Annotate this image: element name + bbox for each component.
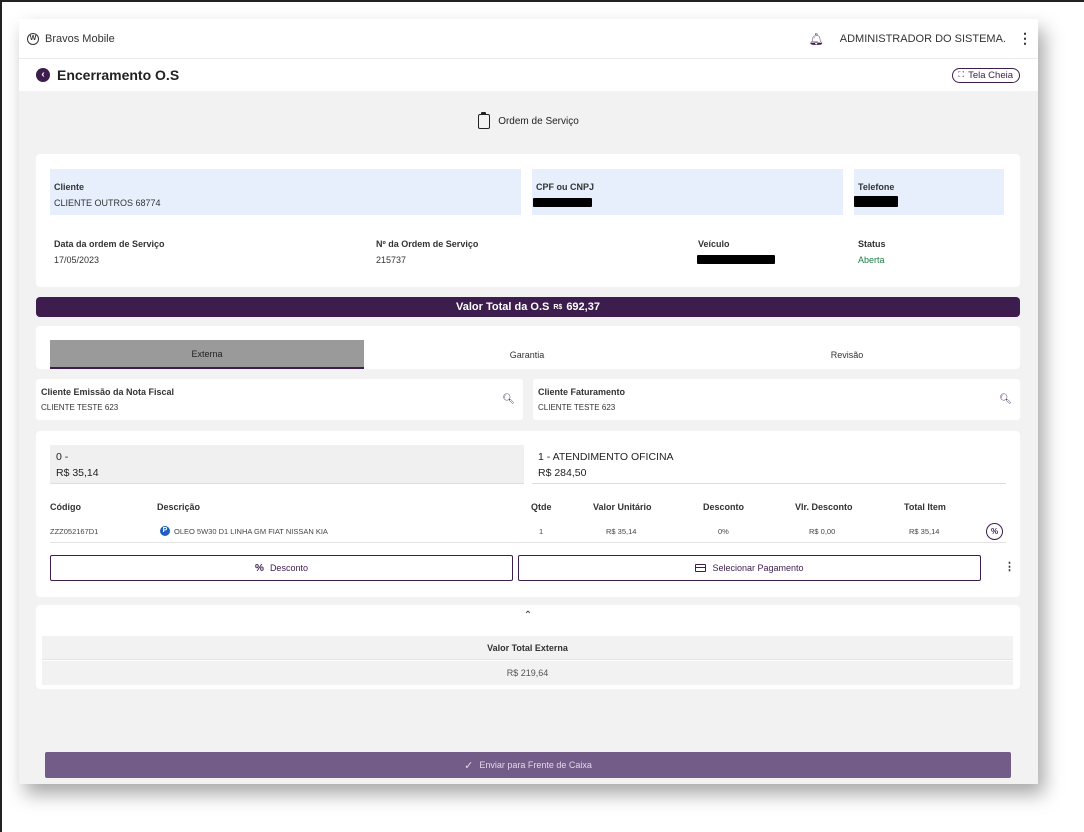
tab-garantia[interactable]: Garantia [366, 340, 688, 369]
summary-left-line1: 0 - [56, 451, 69, 463]
title-bar: ‹ Encerramento O.S ⛶ Tela Cheia [19, 59, 1038, 91]
kebab-menu-icon[interactable]: ⋮ [1018, 30, 1032, 47]
data-value: 17/05/2023 [54, 255, 100, 265]
externa-total-value: R$ 219,64 [42, 661, 1013, 685]
brand[interactable]: W Bravos Mobile [27, 32, 115, 45]
total-os-bar: Valor Total da O.S R$ 692,37 [36, 297, 1020, 317]
header-valor-unitario: Valor Unitário [593, 502, 652, 512]
total-currency: R$ [553, 303, 563, 311]
row-descricao: OLEO 5W30 D1 LINHA GM FIAT NISSAN KIA [174, 527, 328, 536]
row-valor-unitario: R$ 35,14 [606, 527, 637, 536]
cliente-highlight [50, 169, 521, 215]
telefone-highlight [854, 169, 1004, 215]
cliente-value: CLIENTE OUTROS 68774 [54, 198, 161, 208]
telefone-redacted [854, 196, 898, 207]
summary-right-line2: R$ 284,50 [538, 467, 587, 479]
percent-icon: % [255, 562, 264, 574]
data-label: Data da ordem de Serviço [54, 239, 165, 249]
desconto-button[interactable]: % Desconto [50, 555, 513, 581]
tab-label: Externa [191, 348, 223, 359]
section-title: Ordem de Serviço [498, 116, 579, 127]
veiculo-redacted [697, 255, 775, 264]
user-name[interactable]: ADMINISTRADOR DO SISTEMA. [840, 33, 1006, 45]
row-vlr-desconto: R$ 0,00 [809, 527, 836, 536]
summary-right-line1: 1 - ATENDIMENTO OFICINA [538, 451, 674, 463]
kebab-menu-icon[interactable]: ⋮ [1004, 560, 1015, 573]
faturamento-value: CLIENTE TESTE 623 [538, 403, 616, 412]
externa-value: R$ 219,64 [506, 668, 549, 678]
externa-total-label: Valor Total Externa [42, 636, 1013, 660]
header-codigo: Código [50, 502, 81, 512]
tab-label: Revisão [830, 349, 864, 360]
items-card: 0 - R$ 35,14 1 - ATENDIMENTO OFICINA R$ … [36, 431, 1020, 597]
header-desconto: Desconto [703, 502, 745, 512]
brand-name: Bravos Mobile [45, 32, 115, 45]
page-title: Encerramento O.S [57, 67, 180, 83]
summary-right[interactable]: 1 - ATENDIMENTO OFICINA R$ 284,50 [532, 445, 1006, 484]
back-arrow-icon[interactable]: ‹ [36, 68, 50, 82]
veiculo-label: Veículo [698, 239, 730, 249]
header-descricao: Descrição [157, 502, 201, 512]
telefone-label: Telefone [858, 182, 895, 192]
numero-value: 215737 [376, 255, 407, 265]
fullscreen-icon: ⛶ [958, 70, 965, 79]
credit-card-icon [695, 564, 707, 572]
section-header: Ordem de Serviço [19, 112, 1038, 129]
enviar-frente-caixa-button[interactable]: ✓ Enviar para Frente de Caixa [45, 752, 1011, 778]
header-qtde: Qtde [531, 502, 552, 512]
cpf-label: CPF ou CNPJ [536, 182, 595, 192]
status-value: Aberta [858, 255, 885, 265]
app-window: W Bravos Mobile 🔔︎ ADMINISTRADOR DO SIST… [19, 19, 1038, 784]
header-vlr-desconto: Vlr. Desconto [795, 502, 853, 512]
check-icon: ✓ [464, 759, 474, 772]
tab-externa[interactable]: Externa [50, 340, 364, 369]
externa-total-card: ⌃ Valor Total Externa R$ 219,64 [36, 605, 1020, 689]
tab-revisao[interactable]: Revisão [688, 340, 1006, 369]
os-info-card: Cliente CLIENTE OUTROS 68774 CPF ou CNPJ… [36, 154, 1020, 287]
fullscreen-button[interactable]: ⛶ Tela Cheia [951, 67, 1020, 83]
nota-fiscal-label: Cliente Emissão da Nota Fiscal [41, 387, 175, 397]
externa-label: Valor Total Externa [487, 642, 568, 653]
search-icon[interactable]: 🔍︎ [502, 394, 515, 405]
vw-logo-icon: W [27, 32, 39, 45]
row-qtde: 1 [539, 527, 544, 536]
send-button-label: Enviar para Frente de Caixa [479, 760, 592, 770]
percent-icon[interactable]: % [986, 523, 1003, 540]
summary-left[interactable]: 0 - R$ 35,14 [50, 445, 524, 484]
fullscreen-label: Tela Cheia [968, 69, 1013, 81]
pagamento-button-label: Selecionar Pagamento [712, 563, 804, 573]
total-label: Valor Total da O.S [456, 301, 550, 313]
total-value: 692,37 [566, 301, 600, 313]
clipboard-icon [478, 112, 491, 129]
bell-icon[interactable]: 🔔︎ [809, 32, 824, 46]
row-codigo: ZZZ052167D1 [50, 527, 99, 536]
header-total-item: Total Item [904, 502, 946, 512]
chevron-up-icon[interactable]: ⌃ [36, 610, 1020, 621]
row-desconto: 0% [718, 527, 729, 536]
nota-fiscal-field[interactable]: Cliente Emissão da Nota Fiscal CLIENTE T… [36, 379, 523, 420]
faturamento-label: Cliente Faturamento [538, 387, 626, 397]
status-label: Status [858, 239, 886, 249]
cpf-highlight [532, 169, 843, 215]
nota-fiscal-value: CLIENTE TESTE 623 [41, 403, 119, 412]
numero-label: Nº da Ordem de Serviço [376, 239, 479, 249]
row-total-item: R$ 35,14 [909, 527, 940, 536]
top-bar: W Bravos Mobile 🔔︎ ADMINISTRADOR DO SIST… [19, 19, 1038, 59]
cliente-label: Cliente [54, 182, 85, 192]
tabs-card: Externa Garantia Revisão [36, 326, 1020, 369]
summary-left-line2: R$ 35,14 [56, 467, 99, 479]
cpf-redacted [533, 198, 592, 207]
tab-label: Garantia [509, 349, 545, 360]
search-icon[interactable]: 🔍︎ [999, 394, 1012, 405]
selecionar-pagamento-button[interactable]: Selecionar Pagamento [518, 555, 981, 581]
faturamento-field[interactable]: Cliente Faturamento CLIENTE TESTE 623 🔍︎ [533, 379, 1020, 420]
desconto-button-label: Desconto [269, 563, 308, 573]
product-badge-icon: P [160, 526, 170, 536]
